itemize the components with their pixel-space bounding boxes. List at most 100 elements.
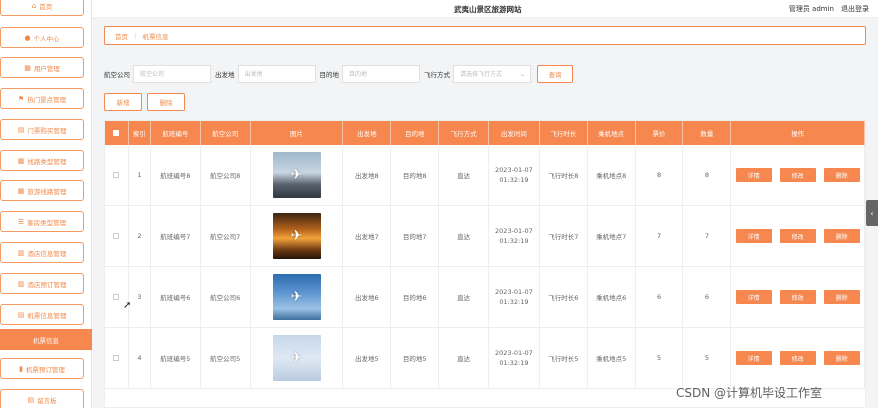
airline-cell: 航空公司7 [201,206,251,266]
row-checkbox[interactable] [113,294,120,300]
place-cell: 乘机地点5 [588,328,636,388]
sidebar-item-label: 酒店预订管理 [27,280,67,289]
edit-button[interactable]: 修改 [779,290,816,304]
edit-button[interactable]: 修改 [779,351,816,365]
column-header: 索引 [129,121,151,145]
column-header: 操作 [731,121,865,145]
sidebar-item-6[interactable]: ▦ 旅游线路管理 [0,180,84,201]
from-cell: 出发地5 [343,328,392,388]
list-icon: ☰ [17,217,25,226]
flight-cell: 航班编号7 [151,206,201,266]
search-button[interactable]: 查询 [537,65,573,83]
airline-cell: 航空公司6 [201,267,251,327]
row-checkbox[interactable] [113,355,120,361]
image-cell: ✈ [251,328,344,388]
depart-time: 01:32:19 [499,298,529,306]
chart-icon: ▮ [19,364,23,373]
idx-cell: 2 [129,206,151,266]
sidebar-item-label: 机票信息管理 [27,311,67,320]
depart-time-cell: 2023-01-07 01:32:19 [489,267,540,327]
price-cell: 7 [636,206,684,266]
calendar-icon: ▥ [17,279,25,288]
sidebar-item-5[interactable]: ▦ 线路类型管理 [0,150,84,171]
row-checkbox[interactable] [113,172,120,178]
table-row: 1 航班编号8 航空公司8 ✈ 出发地8 目的地8 直达 2023-01-07 01:32:19… [105,145,865,206]
to-input[interactable]: 目的地 [342,65,420,83]
sidebar-item-12[interactable]: ▮ 机票预订管理 [0,358,84,379]
column-header: 出发地 [343,121,392,145]
sidebar-item-10[interactable]: ▤ 机票信息管理 [0,304,84,325]
price-cell: 5 [636,328,684,388]
sidebar-item-7[interactable]: ☰ 客房类型管理 [0,211,84,232]
airplane-icon: ✈ [290,289,303,305]
sidebar-item-label: 机票预订管理 [25,365,65,374]
sidebar-item-label: 酒店信息管理 [27,249,67,258]
sidebar-item-label: 留言板 [37,396,57,405]
mode-select[interactable]: 请选择飞行方式 ⌄ [453,65,531,83]
from-cell: 出发地7 [343,206,392,266]
delete-button[interactable]: 删除 [823,229,860,243]
from-input[interactable]: 出发地 [237,65,316,83]
detail-button[interactable]: 详情 [735,351,772,365]
flight-cell: 航班编号6 [151,267,201,327]
sidebar-item-8[interactable]: ▥ 酒店信息管理 [0,242,84,263]
detail-button[interactable]: 详情 [735,168,772,182]
sidebar-item-1[interactable]: ● 个人中心 [0,27,84,48]
airline-input[interactable]: 航空公司 [133,65,211,83]
table-row: 2 航班编号7 航空公司7 ✈ 出发地7 目的地7 直达 2023-01-07 01:32:19… [105,206,865,267]
bulk-delete-button[interactable]: 删除 [147,93,185,111]
airplane-icon: ✈ [290,228,303,244]
edit-button[interactable]: 修改 [779,229,816,243]
depart-time-cell: 2023-01-07 01:32:19 [489,328,540,388]
delete-button[interactable]: 删除 [823,168,860,182]
sidebar-item-11[interactable]: 机票信息 [0,329,92,350]
select-all-checkbox[interactable] [113,130,120,136]
sidebar-item-label: 线路类型管理 [27,157,67,166]
flight-image: ✈ [272,152,321,198]
sidebar-item-label: 客房类型管理 [27,218,67,227]
place-cell: 乘机地点8 [588,145,636,205]
sidebar-item-label: 个人中心 [33,34,60,43]
sidebar-item-4[interactable]: ▤ 门票购买管理 [0,119,84,140]
flight-cell: 航班编号8 [151,145,201,205]
breadcrumb-home[interactable]: 首页 [115,31,128,41]
sidebar-item-0[interactable]: ⌂ 首页 [0,0,84,16]
mode-select-value: 请选择飞行方式 [460,71,503,78]
home-icon: ⌂ [31,1,37,10]
mode-cell: 直达 [439,267,489,327]
mode-cell: 直达 [439,206,489,266]
sidebar-item-9[interactable]: ▥ 酒店预订管理 [0,273,84,294]
airplane-icon: ✈ [290,350,303,366]
sidebar-item-3[interactable]: ⚑ 热门景点管理 [0,88,84,109]
add-button[interactable]: 新增 [104,93,142,111]
logout-link[interactable]: 退出登录 [841,4,869,14]
from-cell: 出发地8 [343,145,392,205]
flight-image: ✈ [272,335,321,381]
depart-time-cell: 2023-01-07 01:32:19 [489,145,540,205]
sidebar-item-13[interactable]: ▤ 留言板 [0,389,84,408]
row-checkbox[interactable] [113,233,120,239]
grid-icon: ▦ [17,156,25,165]
operations-cell: 详情 修改 删除 [731,206,865,266]
admin-label: 管理员 admin [788,5,834,13]
watermark: CSDN @计算机毕设工作室 [676,386,823,400]
delete-button[interactable]: 删除 [823,290,860,304]
operations-cell: 详情 修改 删除 [731,328,865,388]
detail-button[interactable]: 详情 [735,229,772,243]
sidebar-item-label: 首页 [39,2,53,11]
qty-cell: 6 [683,267,732,327]
edit-button[interactable]: 修改 [779,168,816,182]
depart-time-cell: 2023-01-07 01:32:19 [489,206,540,266]
column-header: 票价 [636,121,684,145]
flight-image: ✈ [272,213,321,259]
sidebar-item-2[interactable]: ▦ 用户管理 [0,57,84,78]
from-cell: 出发地6 [343,267,392,327]
delete-button[interactable]: 删除 [823,351,860,365]
mode-cell: 直达 [439,328,489,388]
users-icon: ▦ [24,63,31,72]
airline-cell: 航空公司8 [201,145,251,205]
column-header: 航空公司 [201,121,251,145]
collapse-toggle-icon[interactable]: ‹ [866,200,878,226]
header-select-all [105,121,129,145]
detail-button[interactable]: 详情 [735,290,772,304]
